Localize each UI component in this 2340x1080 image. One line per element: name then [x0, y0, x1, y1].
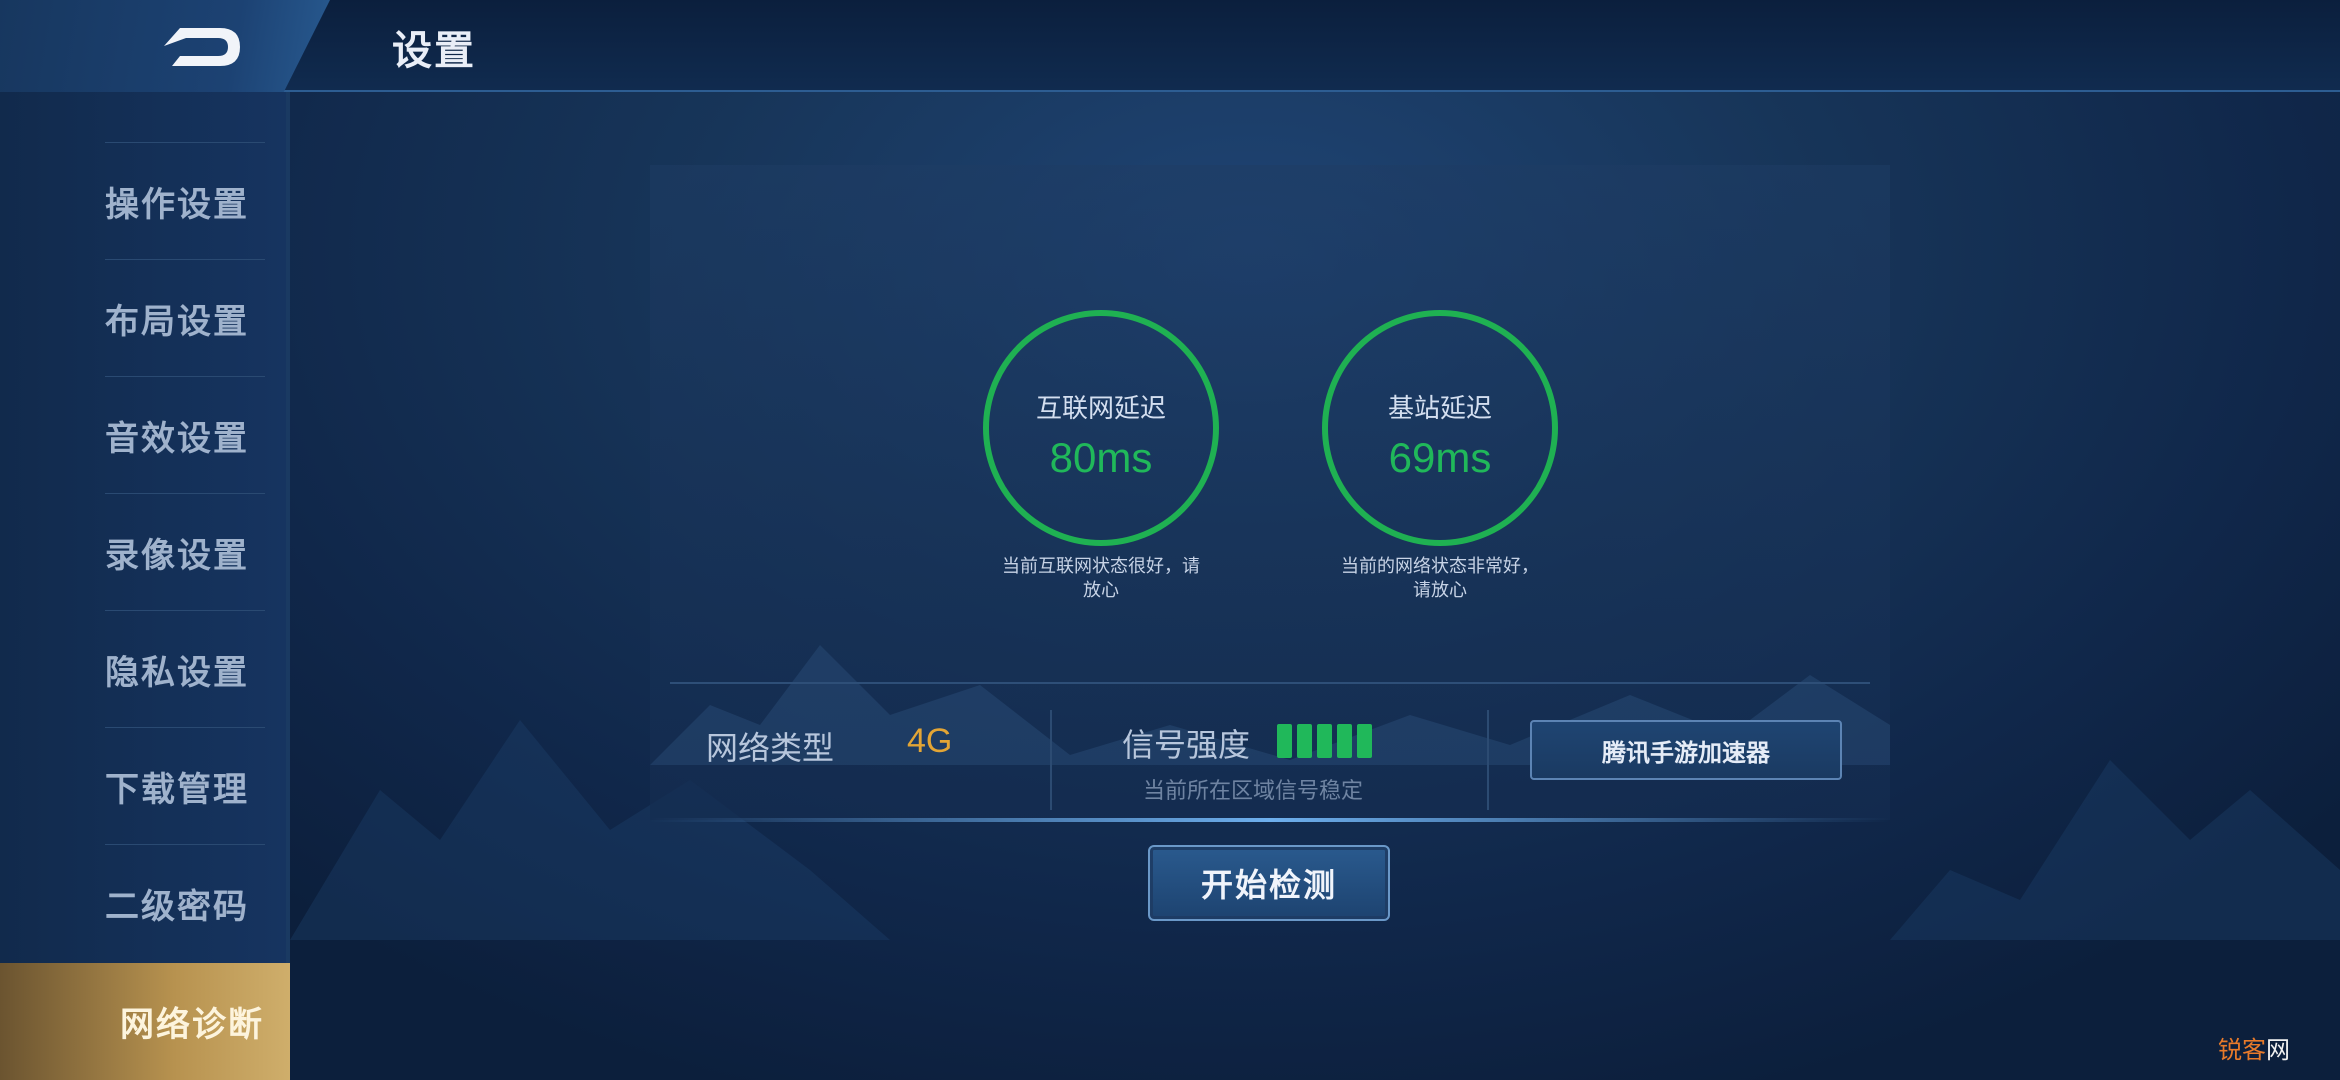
- internet-latency-label: 互联网延迟: [1035, 394, 1166, 424]
- sidebar-item-label: 布局设置: [105, 301, 249, 342]
- watermark: 锐客网: [2218, 1030, 2290, 1065]
- watermark-text: 锐客: [2218, 1036, 2266, 1064]
- signal-strength-label: 信号强度: [1122, 726, 1251, 764]
- internet-latency-value: 80ms: [1049, 434, 1153, 481]
- sidebar-item-label: 操作设置: [105, 184, 249, 225]
- sidebar-item-controls[interactable]: 操作设置: [105, 142, 265, 259]
- sidebar-item-label: 隐私设置: [105, 652, 249, 693]
- sidebar-item-label: 音效设置: [105, 418, 249, 459]
- base-station-latency-note-line2: 请放心: [1413, 580, 1467, 601]
- network-type-label: 网络类型: [706, 729, 835, 767]
- stats-divider-1: [1050, 710, 1052, 810]
- panel-divider: [670, 682, 1870, 684]
- internet-latency-note-line2: 放心: [1083, 580, 1119, 601]
- sidebar-item-label: 下载管理: [105, 769, 249, 810]
- signal-bar: [1277, 724, 1292, 758]
- sidebar-item-recording[interactable]: 录像设置: [105, 493, 265, 610]
- signal-bar: [1317, 724, 1332, 758]
- back-button[interactable]: [158, 22, 248, 72]
- signal-bar: [1337, 724, 1352, 758]
- sidebar-item-label: 录像设置: [105, 535, 249, 576]
- sidebar-item-layout[interactable]: 布局设置: [105, 259, 265, 376]
- sidebar-item-network-diagnosis[interactable]: 网络诊断: [0, 963, 290, 1080]
- base-station-latency-note: 当前的网络状态非常好， 请放心: [1315, 555, 1565, 603]
- signal-bar: [1357, 724, 1372, 758]
- signal-strength-note: 当前所在区域信号稳定: [1143, 779, 1364, 804]
- watermark-text-end: 网: [2266, 1036, 2290, 1064]
- background-mountain-right: [1890, 760, 2340, 940]
- internet-latency-note-line1: 当前互联网状态很好，请: [1002, 556, 1200, 577]
- internet-latency-gauge: 互联网延迟 80ms: [983, 310, 1219, 546]
- base-station-latency-gauge: 基站延迟 69ms: [1322, 310, 1558, 546]
- page-title: 设置: [392, 28, 476, 74]
- sidebar-item-downloads[interactable]: 下载管理: [105, 727, 265, 844]
- network-type-value: 4G: [907, 722, 953, 760]
- signal-strength-bars: [1277, 724, 1372, 758]
- sidebar-item-label: 网络诊断: [120, 1005, 264, 1045]
- panel-glow-line: [650, 818, 1890, 822]
- tencent-accelerator-button[interactable]: 腾讯手游加速器: [1530, 720, 1842, 780]
- top-bar: 设置: [0, 0, 2340, 92]
- base-station-latency-note-line1: 当前的网络状态非常好，: [1341, 556, 1539, 577]
- base-station-latency-label: 基站延迟: [1387, 394, 1492, 424]
- sidebar-item-secondary-password[interactable]: 二级密码: [105, 844, 265, 961]
- sidebar-item-privacy[interactable]: 隐私设置: [105, 610, 265, 727]
- base-station-latency-value: 69ms: [1388, 434, 1492, 481]
- sidebar-item-sound[interactable]: 音效设置: [105, 376, 265, 493]
- signal-bar: [1297, 724, 1312, 758]
- sidebar: 操作设置 布局设置 音效设置 录像设置 隐私设置 下载管理 二级密码 网络诊断: [0, 92, 290, 1080]
- sidebar-item-label: 二级密码: [105, 886, 249, 927]
- back-arrow-icon: [164, 28, 240, 66]
- internet-latency-note: 当前互联网状态很好，请 放心: [976, 555, 1226, 603]
- start-detection-button[interactable]: 开始检测: [1148, 845, 1390, 921]
- stats-divider-2: [1487, 710, 1489, 810]
